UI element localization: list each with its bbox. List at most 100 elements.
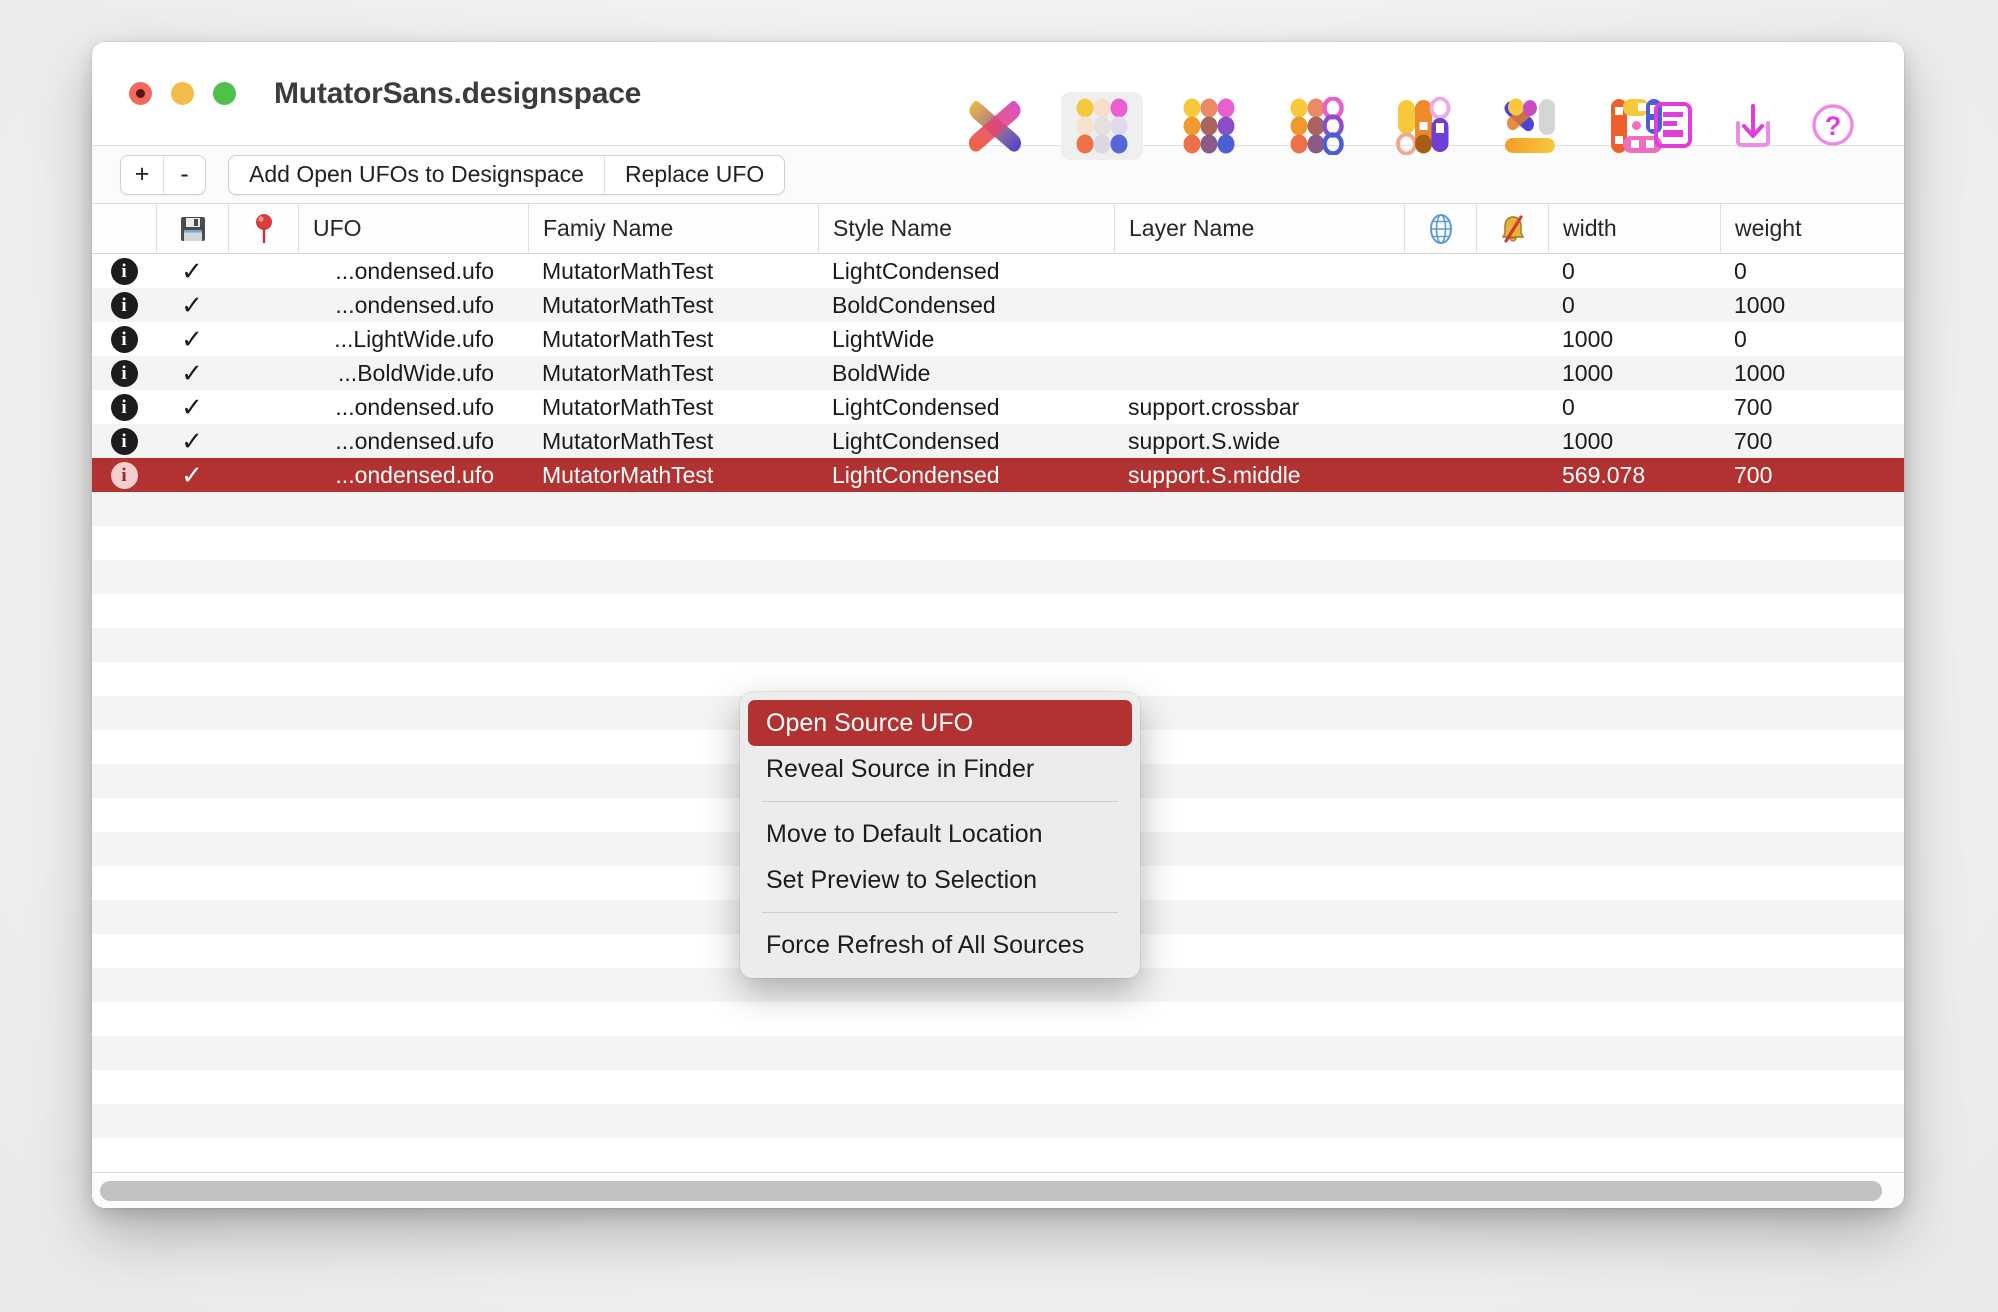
row-weight-cell: 0 [1734,325,1747,352]
row-info-button[interactable]: i [92,424,156,458]
row-style-cell: BoldCondensed [832,291,996,318]
row-muted-cell[interactable] [1476,356,1548,390]
width-column-header[interactable]: width [1548,204,1720,254]
info-icon: i [110,359,138,387]
row-info-button[interactable]: i [92,288,156,322]
row-family-cell: MutatorMathTest [542,427,714,454]
table-row[interactable]: i ✓ ...ondensed.ufo MutatorMathTest LightCon… [92,254,1904,288]
weight-column-header[interactable]: weight [1720,204,1890,254]
row-muted-cell[interactable] [1476,458,1548,492]
row-muted-cell[interactable] [1476,424,1548,458]
info-icon: i [110,257,138,285]
ufo-actions-segmented-control: Add Open UFOs to Designspace Replace UFO [228,154,786,195]
row-width-cell: 0 [1562,291,1575,318]
row-muted-cell[interactable] [1476,390,1548,424]
table-row[interactable]: i ✓ ...BoldWide.ufo MutatorMathTest BoldWide… [92,356,1904,390]
row-info-button[interactable]: i [92,254,156,288]
toolbar-preview-mix-icon[interactable] [1489,92,1571,160]
row-pin-cell[interactable] [228,424,298,458]
row-family-cell: MutatorMathTest [542,325,714,352]
add-source-button[interactable]: + [121,156,163,194]
context-menu-item[interactable]: Reveal Source in Finder [748,746,1132,792]
row-width-cell: 569.078 [1562,461,1646,488]
row-style-cell: LightCondensed [832,393,1000,420]
toolbar-sources-grid-icon[interactable] [1168,92,1250,160]
row-info-button[interactable]: i [92,322,156,356]
save-column-header[interactable] [156,204,228,254]
row-globe-cell[interactable] [1404,356,1476,390]
replace-ufo-button[interactable]: Replace UFO [603,155,784,194]
row-globe-cell[interactable] [1404,288,1476,322]
context-menu-item[interactable]: Set Preview to Selection [748,857,1132,903]
import-download-icon[interactable] [1726,96,1780,154]
globe-column-header[interactable] [1404,204,1476,254]
table-row[interactable]: i ✓ ...ondensed.ufo MutatorMathTest BoldCond… [92,288,1904,322]
muted-column-header[interactable] [1476,204,1548,254]
context-menu-item[interactable]: Open Source UFO [748,700,1132,746]
row-pin-cell[interactable] [228,288,298,322]
row-ufo-cell: ...ondensed.ufo [335,461,494,488]
context-menu-item[interactable]: Force Refresh of All Sources [748,922,1132,968]
row-pin-cell[interactable] [228,390,298,424]
row-info-button[interactable]: i [92,390,156,424]
report-document-icon[interactable] [1646,96,1700,154]
row-save-checkbox[interactable]: ✓ [156,288,228,322]
row-pin-cell[interactable] [228,254,298,288]
layer-name-column-header[interactable]: Layer Name [1114,204,1404,254]
horizontal-scrollbar[interactable] [92,1172,1904,1208]
table-empty-row [92,1070,1904,1104]
row-globe-cell[interactable] [1404,254,1476,288]
style-name-column-header[interactable]: Style Name [818,204,1114,254]
row-layer-cell: support.S.wide [1128,427,1281,454]
row-save-checkbox[interactable]: ✓ [156,424,228,458]
window-title: MutatorSans.designspace [274,76,642,110]
table-row[interactable]: i ✓ ...LightWide.ufo MutatorMathTest LightWi… [92,322,1904,356]
minimize-window-button[interactable] [171,82,194,105]
row-globe-cell[interactable] [1404,458,1476,492]
ufo-column-header[interactable]: UFO [298,204,528,254]
checkmark-icon: ✓ [181,290,203,320]
row-info-button[interactable]: i [92,458,156,492]
remove-source-button[interactable]: - [163,155,205,194]
info-icon: i [110,291,138,319]
row-muted-cell[interactable] [1476,288,1548,322]
row-save-checkbox[interactable]: ✓ [156,458,228,492]
row-width-cell: 1000 [1562,325,1614,352]
row-pin-cell[interactable] [228,356,298,390]
family-name-column-header[interactable]: Famiy Name [528,204,818,254]
table-row[interactable]: i ✓ ...ondensed.ufo MutatorMathTest LightCon… [92,424,1904,458]
row-muted-cell[interactable] [1476,254,1548,288]
row-pin-cell[interactable] [228,322,298,356]
table-empty-row [92,662,1904,696]
toolbar-mutator-x-icon[interactable] [954,92,1036,160]
table-row[interactable]: i ✓ ...ondensed.ufo MutatorMathTest LightCon… [92,458,1904,492]
maximize-window-button[interactable] [213,82,236,105]
row-ufo-cell: ...BoldWide.ufo [338,359,494,386]
toolbar-designspace-grid-icon[interactable] [1061,92,1143,160]
row-pin-cell[interactable] [228,458,298,492]
row-globe-cell[interactable] [1404,322,1476,356]
checkmark-icon: ✓ [181,358,203,388]
row-family-cell: MutatorMathTest [542,257,714,284]
row-save-checkbox[interactable]: ✓ [156,390,228,424]
context-menu-item[interactable]: Move to Default Location [748,811,1132,857]
add-open-ufos-button[interactable]: Add Open UFOs to Designspace [229,156,604,194]
toolbar-rules-columns-icon[interactable] [1382,92,1464,160]
table-row[interactable]: i ✓ ...ondensed.ufo MutatorMathTest LightCon… [92,390,1904,424]
traffic-light-buttons [129,82,236,105]
toolbar-instances-grid-icon[interactable] [1275,92,1357,160]
close-window-button[interactable] [129,82,152,105]
row-globe-cell[interactable] [1404,390,1476,424]
horizontal-scrollbar-thumb[interactable] [100,1180,1882,1201]
row-save-checkbox[interactable]: ✓ [156,322,228,356]
help-question-icon[interactable]: ? [1806,96,1860,154]
row-globe-cell[interactable] [1404,424,1476,458]
row-info-button[interactable]: i [92,356,156,390]
pin-column-header[interactable] [228,204,298,254]
row-ufo-cell: ...ondensed.ufo [335,291,494,318]
toolbar-icon-group [954,92,1678,160]
row-save-checkbox[interactable]: ✓ [156,356,228,390]
row-muted-cell[interactable] [1476,322,1548,356]
row-save-checkbox[interactable]: ✓ [156,254,228,288]
row-ufo-cell: ...ondensed.ufo [335,427,494,454]
